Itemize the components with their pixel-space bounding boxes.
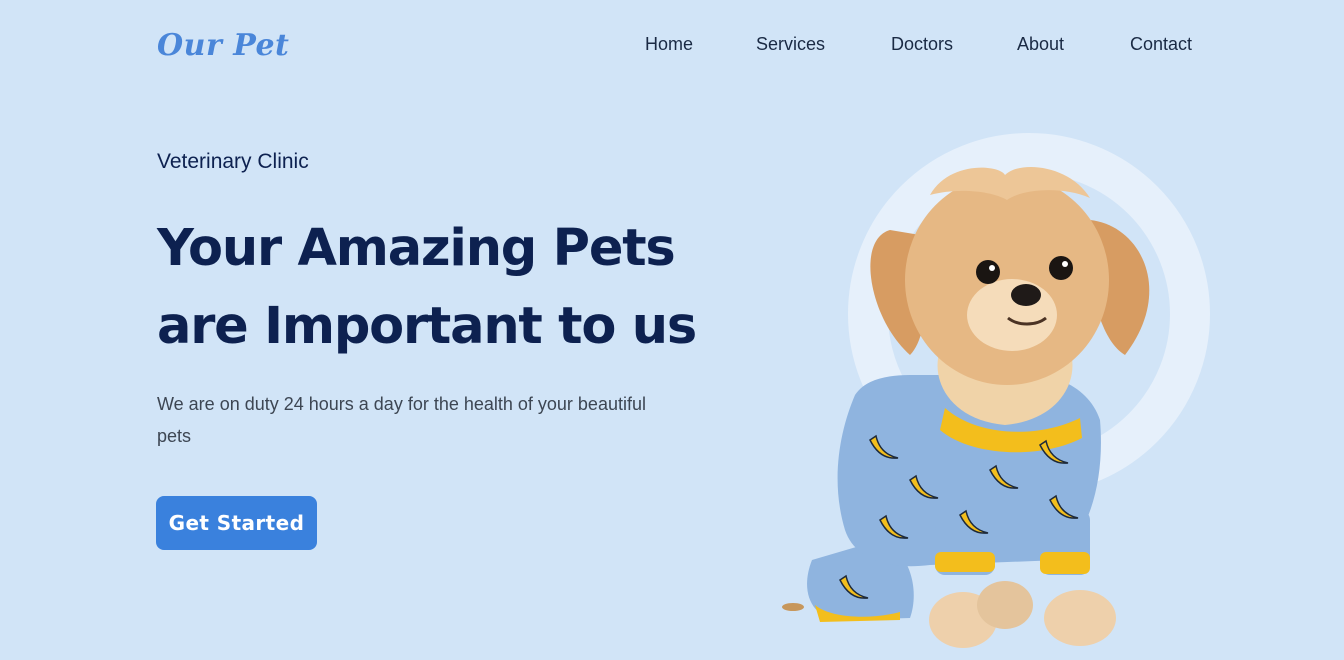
headline-line-2: are Important to us bbox=[157, 297, 697, 356]
hero-headline: Your Amazing Pets are Important to us bbox=[157, 210, 717, 366]
nav-contact[interactable]: Contact bbox=[1130, 34, 1192, 55]
brand-logo[interactable]: Our Pet bbox=[157, 28, 289, 63]
hero-illustration bbox=[760, 120, 1240, 660]
kibble-icon bbox=[782, 603, 804, 611]
get-started-button[interactable]: Get Started bbox=[156, 496, 317, 550]
hero-subtext: We are on duty 24 hours a day for the he… bbox=[157, 394, 646, 446]
nav-services[interactable]: Services bbox=[756, 34, 825, 55]
nav-doctors[interactable]: Doctors bbox=[891, 34, 953, 55]
landing-page: Our Pet Home Services Doctors About Cont… bbox=[0, 0, 1344, 660]
hero-eyebrow: Veterinary Clinic bbox=[157, 150, 309, 173]
nav-about[interactable]: About bbox=[1017, 34, 1064, 55]
headline-line-1: Your Amazing Pets bbox=[157, 219, 676, 278]
dog-icon bbox=[782, 133, 1210, 648]
puppy-figure bbox=[807, 166, 1150, 648]
nav-home[interactable]: Home bbox=[645, 34, 693, 55]
